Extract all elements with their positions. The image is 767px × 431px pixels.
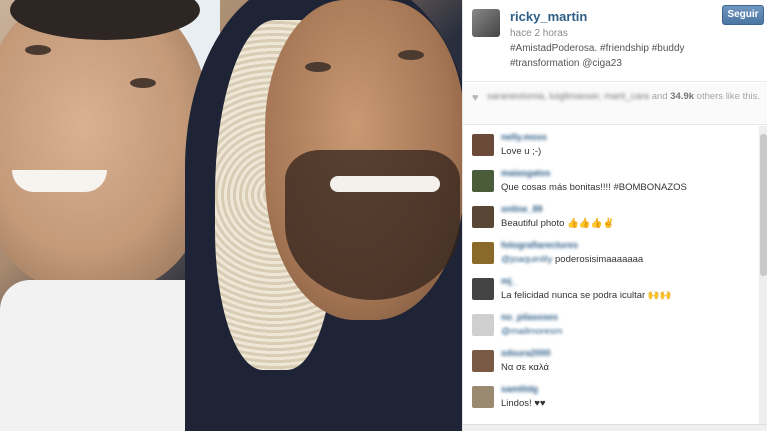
commenter-avatar[interactable] xyxy=(472,206,494,228)
commenter-username[interactable]: nelly.moss xyxy=(501,132,547,142)
photo-eye xyxy=(305,62,331,72)
comment-text: Love u ;-) xyxy=(501,146,541,157)
likes-summary: saraneolomia, luiglimasser, marti_cara a… xyxy=(487,90,762,103)
comment-item: sdsura2000 Να σε καλά xyxy=(463,346,757,382)
photo-beard xyxy=(285,150,460,300)
username-link[interactable]: ricky_martin xyxy=(510,9,587,24)
commenter-username[interactable]: mj_ xyxy=(501,276,517,286)
commenter-avatar[interactable] xyxy=(472,314,494,336)
comments-list[interactable]: nelly.moss Love u ;-) maiasgatos Que cos… xyxy=(463,126,767,431)
comment-text: Lindos! ♥♥ xyxy=(501,398,546,409)
comment-item: nelly.moss Love u ;-) xyxy=(463,130,757,166)
commenter-avatar[interactable] xyxy=(472,134,494,156)
photo-person-left xyxy=(0,0,210,290)
comment-item: fotografiarectures @joaquinlily poderosi… xyxy=(463,238,757,274)
commenter-username[interactable]: maiasgatos xyxy=(501,168,551,178)
scrollbar-thumb[interactable] xyxy=(760,134,767,276)
commenter-avatar[interactable] xyxy=(472,350,494,372)
post-timestamp: hace 2 horas xyxy=(510,28,568,39)
comment-item: no_pilasoses @mailmoresm xyxy=(463,310,757,346)
heart-icon: ♥ xyxy=(472,92,479,104)
comment-body: Να σε καλά xyxy=(501,362,549,373)
comment-item: samlitdg Lindos! ♥♥ xyxy=(463,382,757,418)
likes-suffix: others like this. xyxy=(696,91,761,102)
comment-body: Beautiful photo 👍👍👍✌ xyxy=(501,218,615,229)
post-header: ricky_martin Seguir hace 2 horas #Amista… xyxy=(463,0,767,82)
post-caption: #AmistadPoderosa. #friendship #buddy #tr… xyxy=(510,41,760,71)
commenter-username[interactable]: samlitdg xyxy=(501,384,538,394)
follow-button[interactable]: Seguir xyxy=(722,5,764,25)
comment-mention[interactable]: @mailmoresm xyxy=(501,326,562,337)
post-sidebar: ricky_martin Seguir hace 2 horas #Amista… xyxy=(462,0,767,431)
comment-body: poderosisimaaaaaaa xyxy=(555,254,644,265)
likes-and: and xyxy=(651,91,668,102)
photo-smile-left xyxy=(12,170,107,192)
photo-eye xyxy=(398,50,424,60)
photo-eye xyxy=(25,45,51,55)
comment-input-area[interactable] xyxy=(463,424,767,431)
comment-mention[interactable]: @joaquinlily xyxy=(501,254,552,265)
comments-scrollbar[interactable] xyxy=(759,126,767,431)
comment-text: @joaquinlily poderosisimaaaaaaa xyxy=(501,254,643,265)
comment-body: La felicidad nunca se podra icultar 🙌🙌 xyxy=(501,290,672,301)
likers-names[interactable]: saraneolomia, luiglimasser, marti_cara xyxy=(487,91,649,102)
post-photo[interactable] xyxy=(0,0,462,431)
comment-text: Que cosas más bonitas!!!! #BOMBONAZOS xyxy=(501,182,687,193)
commenter-username[interactable]: fotografiarectures xyxy=(501,240,578,250)
photo-eye xyxy=(130,78,156,88)
comment-text: @mailmoresm xyxy=(501,326,562,337)
commenter-username[interactable]: sdsura2000 xyxy=(501,348,551,358)
comment-text: La felicidad nunca se podra icultar 🙌🙌 xyxy=(501,290,671,301)
commenter-username[interactable]: online_89 xyxy=(501,204,543,214)
commenter-avatar[interactable] xyxy=(472,242,494,264)
photo-smile-right xyxy=(330,176,440,192)
comment-body: Que cosas más bonitas!!!! #BOMBONAZOS xyxy=(501,182,687,193)
likes-section: ♥ saraneolomia, luiglimasser, marti_cara… xyxy=(463,83,767,125)
comment-body: Love u ;-) xyxy=(501,146,542,157)
comment-body: Lindos! ♥♥ xyxy=(501,398,546,409)
commenter-avatar[interactable] xyxy=(472,170,494,192)
user-avatar[interactable] xyxy=(472,9,500,37)
likes-count[interactable]: 34.9k xyxy=(670,91,694,102)
commenter-username[interactable]: no_pilasoses xyxy=(501,312,558,322)
comment-item: online_89 Beautiful photo 👍👍👍✌ xyxy=(463,202,757,238)
caption-line: #AmistadPoderosa. #friendship #buddy xyxy=(510,43,685,54)
comment-text: Beautiful photo 👍👍👍✌ xyxy=(501,218,614,229)
comment-item: maiasgatos Que cosas más bonitas!!!! #BO… xyxy=(463,166,757,202)
commenter-avatar[interactable] xyxy=(472,386,494,408)
caption-line: #transformation @ciga23 xyxy=(510,58,622,69)
comment-item: mj_ La felicidad nunca se podra icultar … xyxy=(463,274,757,310)
commenter-avatar[interactable] xyxy=(472,278,494,300)
comment-text: Να σε καλά xyxy=(501,362,549,373)
